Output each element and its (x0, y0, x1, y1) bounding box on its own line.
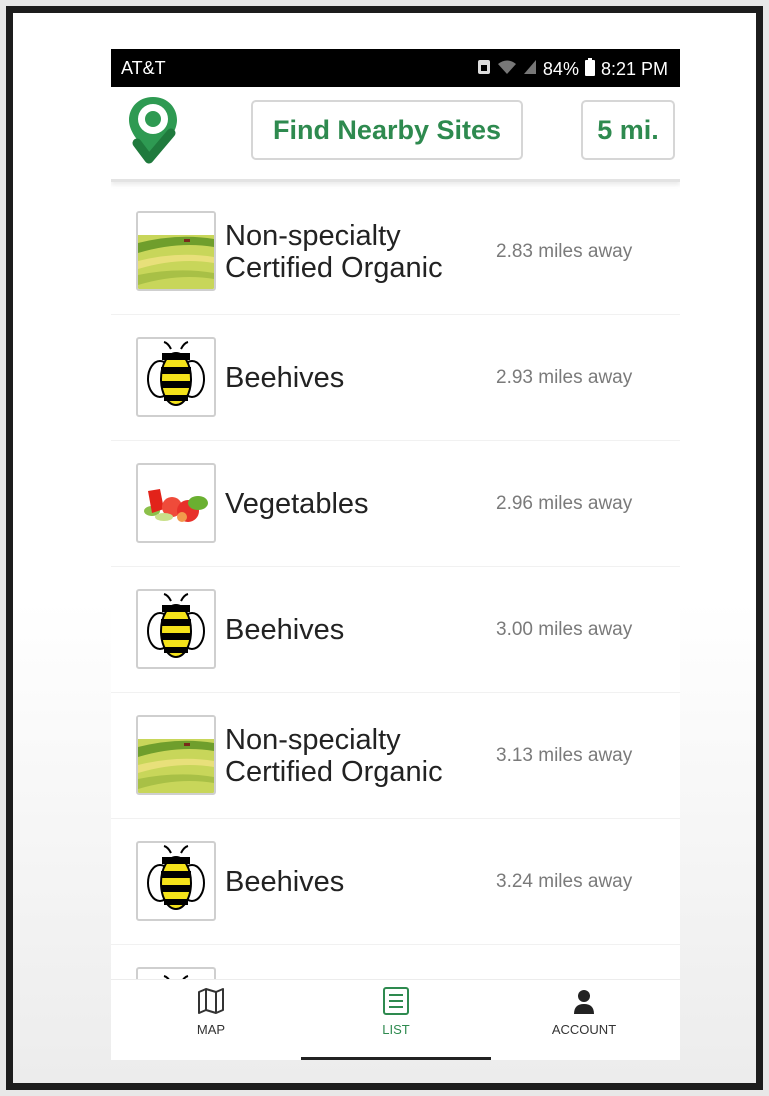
signal-icon (523, 59, 537, 80)
battery-icon (584, 58, 595, 81)
app-header: Find Nearby Sites 5 mi. (111, 87, 680, 182)
site-distance: 3.00 miles away (496, 618, 633, 640)
home-indicator (301, 1057, 491, 1060)
nav-account[interactable]: ACCOUNT (524, 986, 644, 1056)
nav-list[interactable]: LIST (336, 986, 456, 1056)
site-title: Beehives (225, 865, 345, 898)
site-title: Non-specialty Certified Organic (225, 219, 443, 284)
list-icon (381, 986, 411, 1019)
bee-icon (136, 841, 216, 921)
farm-field-icon (136, 211, 216, 291)
status-icons: 84% 8:21 PM (477, 58, 668, 81)
bee-icon (136, 589, 216, 669)
map-icon (196, 986, 226, 1019)
site-distance: 2.93 miles away (496, 366, 633, 388)
account-icon (569, 986, 599, 1019)
site-title: Vegetables (225, 487, 369, 520)
sim-icon (477, 59, 491, 80)
radius-selector-button[interactable]: 5 mi. (581, 100, 675, 160)
wifi-icon (497, 59, 517, 80)
find-nearby-sites-button[interactable]: Find Nearby Sites (251, 100, 523, 160)
clock-time: 8:21 PM (600, 59, 668, 79)
nav-list-label: LIST (382, 1022, 410, 1037)
site-title: Beehives (225, 613, 345, 646)
list-item[interactable]: Non-specialty Certified Organic 2.83 mile… (111, 189, 680, 315)
list-item[interactable]: Beehives 3.00 miles away (111, 567, 680, 693)
battery-percent: 84% (542, 59, 579, 79)
site-distance: 3.24 miles away (496, 870, 633, 892)
bee-icon (136, 337, 216, 417)
site-distance: 2.83 miles away (496, 240, 633, 262)
nav-map[interactable]: MAP (151, 986, 271, 1056)
site-title: Beehives (225, 361, 345, 394)
bottom-navigation: MAP LIST ACCOUNT (111, 979, 680, 1060)
list-item[interactable]: Beehives 2.93 miles away (111, 315, 680, 441)
list-item[interactable]: Beehives 3.24 miles away (111, 819, 680, 945)
site-title: Non-specialty Certified Organic (225, 723, 443, 788)
site-distance: 2.96 miles away (496, 492, 633, 514)
list-item[interactable]: Vegetables 2.96 miles away (111, 441, 680, 567)
sites-list: Non-specialty Certified Organic 2.83 mile… (111, 189, 680, 1060)
phone-screen: AT&T 84% 8:21 PM Find Nearby Sites 5 mi.… (111, 49, 680, 1060)
vegetables-icon (136, 463, 216, 543)
location-check-logo-icon (125, 93, 181, 173)
list-item[interactable]: Non-specialty Certified Organic 3.13 mile… (111, 693, 680, 819)
site-distance: 3.13 miles away (496, 744, 633, 766)
nav-map-label: MAP (196, 1022, 226, 1037)
status-bar: AT&T 84% 8:21 PM (111, 49, 680, 87)
carrier-label: AT&T (121, 58, 166, 78)
nav-account-label: ACCOUNT (551, 1022, 617, 1037)
farm-field-icon (136, 715, 216, 795)
device-frame: AT&T 84% 8:21 PM Find Nearby Sites 5 mi.… (6, 6, 763, 1090)
